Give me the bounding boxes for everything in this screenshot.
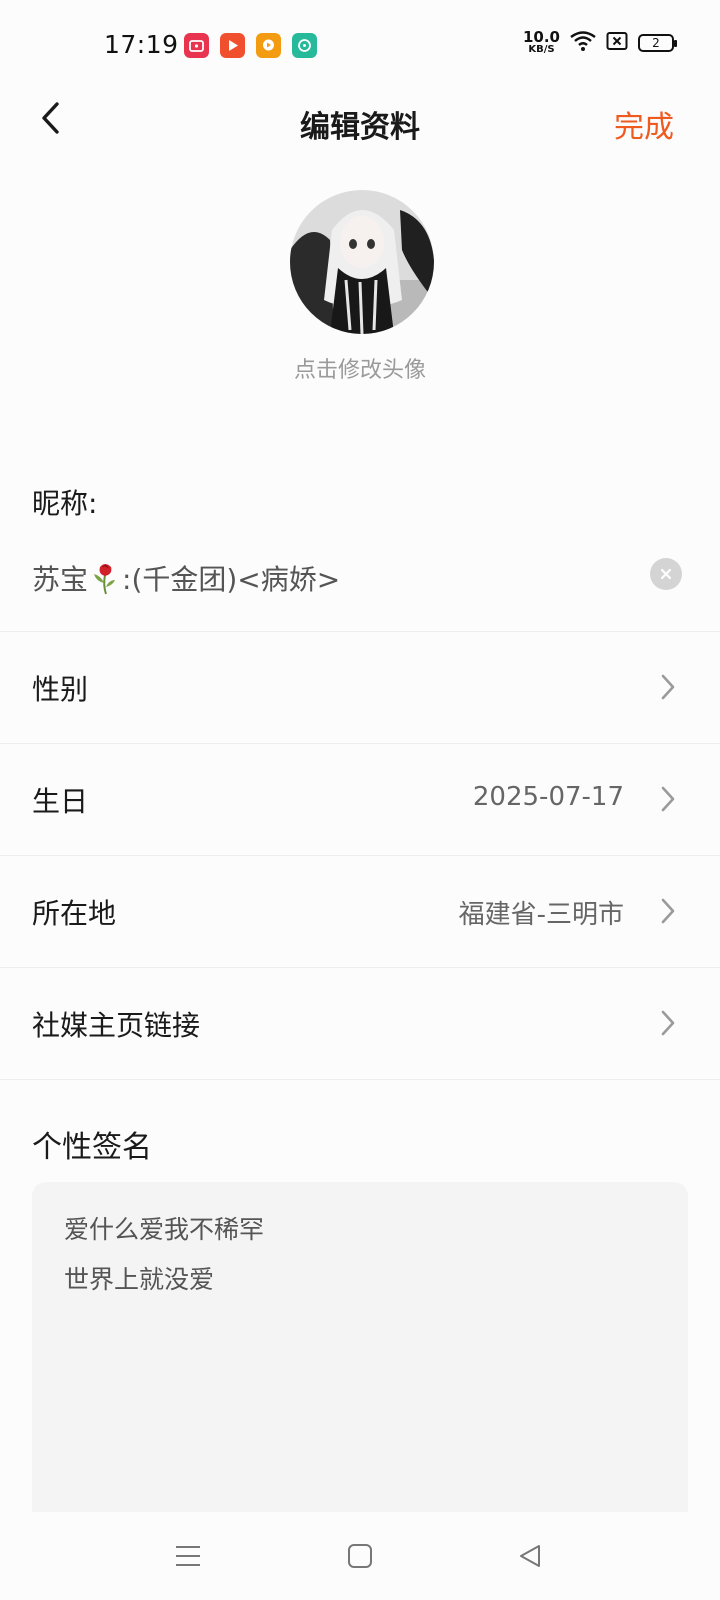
chevron-right-icon <box>661 898 675 924</box>
location-value: 福建省-三明市 <box>458 900 624 930</box>
gender-label: 性别 <box>32 673 89 706</box>
nickname-value-suffix: :(千金团)<病娇> <box>122 563 341 596</box>
app-icon-teal-chat <box>292 33 317 58</box>
clear-nickname-button[interactable] <box>650 558 682 590</box>
net-speed-unit: KB/S <box>528 44 555 55</box>
battery-level: 2 <box>652 35 660 50</box>
home-square-icon <box>348 1544 372 1568</box>
home-button[interactable] <box>338 1534 382 1578</box>
menu-icon <box>176 1546 200 1566</box>
location-label: 所在地 <box>32 897 117 930</box>
system-nav-bar <box>0 1512 720 1600</box>
recent-apps-button[interactable] <box>166 1534 210 1578</box>
birthday-row[interactable]: 生日 2025-07-17 <box>0 744 720 856</box>
header: 编辑资料 完成 <box>0 90 720 150</box>
chevron-right-icon <box>661 674 675 700</box>
gender-row[interactable]: 性别 <box>0 632 720 744</box>
nickname-label: 昵称: <box>32 487 98 520</box>
status-bar: 17:19 10.0 KB/S 2 <box>0 0 720 90</box>
signature-label: 个性签名 <box>32 1130 152 1165</box>
birthday-label: 生日 <box>32 785 89 818</box>
chevron-right-icon <box>661 1010 675 1036</box>
back-nav-button[interactable] <box>508 1534 552 1578</box>
network-speed: 10.0 KB/S <box>523 30 560 55</box>
done-button[interactable]: 完成 <box>614 102 674 146</box>
sim-no-signal-icon <box>606 31 628 55</box>
close-icon <box>660 568 672 580</box>
nickname-value: 苏宝 :(千金团)<病娇> <box>32 558 340 598</box>
nickname-value-prefix: 苏宝 <box>32 563 89 596</box>
battery-icon: 2 <box>638 33 677 52</box>
app-icon-red-tv <box>184 33 209 58</box>
location-row[interactable]: 所在地 福建省-三明市 <box>0 856 720 968</box>
wilted-rose-icon <box>94 564 116 595</box>
nickname-input[interactable]: 苏宝 :(千金团)<病娇> <box>0 540 720 632</box>
chevron-right-icon <box>661 786 675 812</box>
change-avatar-hint[interactable]: 点击修改头像 <box>0 352 720 384</box>
net-speed-value: 10.0 <box>522 28 560 46</box>
app-icon-red-play <box>220 33 245 58</box>
avatar[interactable] <box>290 190 434 334</box>
page-title: 编辑资料 <box>300 110 420 145</box>
signature-line: 爱什么爱我不稀罕 <box>64 1215 265 1244</box>
back-triangle-icon <box>520 1545 540 1567</box>
status-time: 17:19 <box>104 30 179 59</box>
edit-profile-screen: 17:19 10.0 KB/S 2 编辑资料 完成 点击修改头像 昵称: 苏宝 … <box>0 0 720 1600</box>
social-link-label: 社媒主页链接 <box>32 1009 201 1042</box>
wifi-icon <box>570 30 596 55</box>
status-indicators: 10.0 KB/S 2 <box>523 30 677 55</box>
app-icon-orange-video <box>256 33 281 58</box>
social-link-row[interactable]: 社媒主页链接 <box>0 968 720 1080</box>
notification-icons <box>184 33 317 58</box>
signature-line: 世界上就没爱 <box>64 1265 215 1294</box>
birthday-value: 2025-07-17 <box>472 782 624 812</box>
